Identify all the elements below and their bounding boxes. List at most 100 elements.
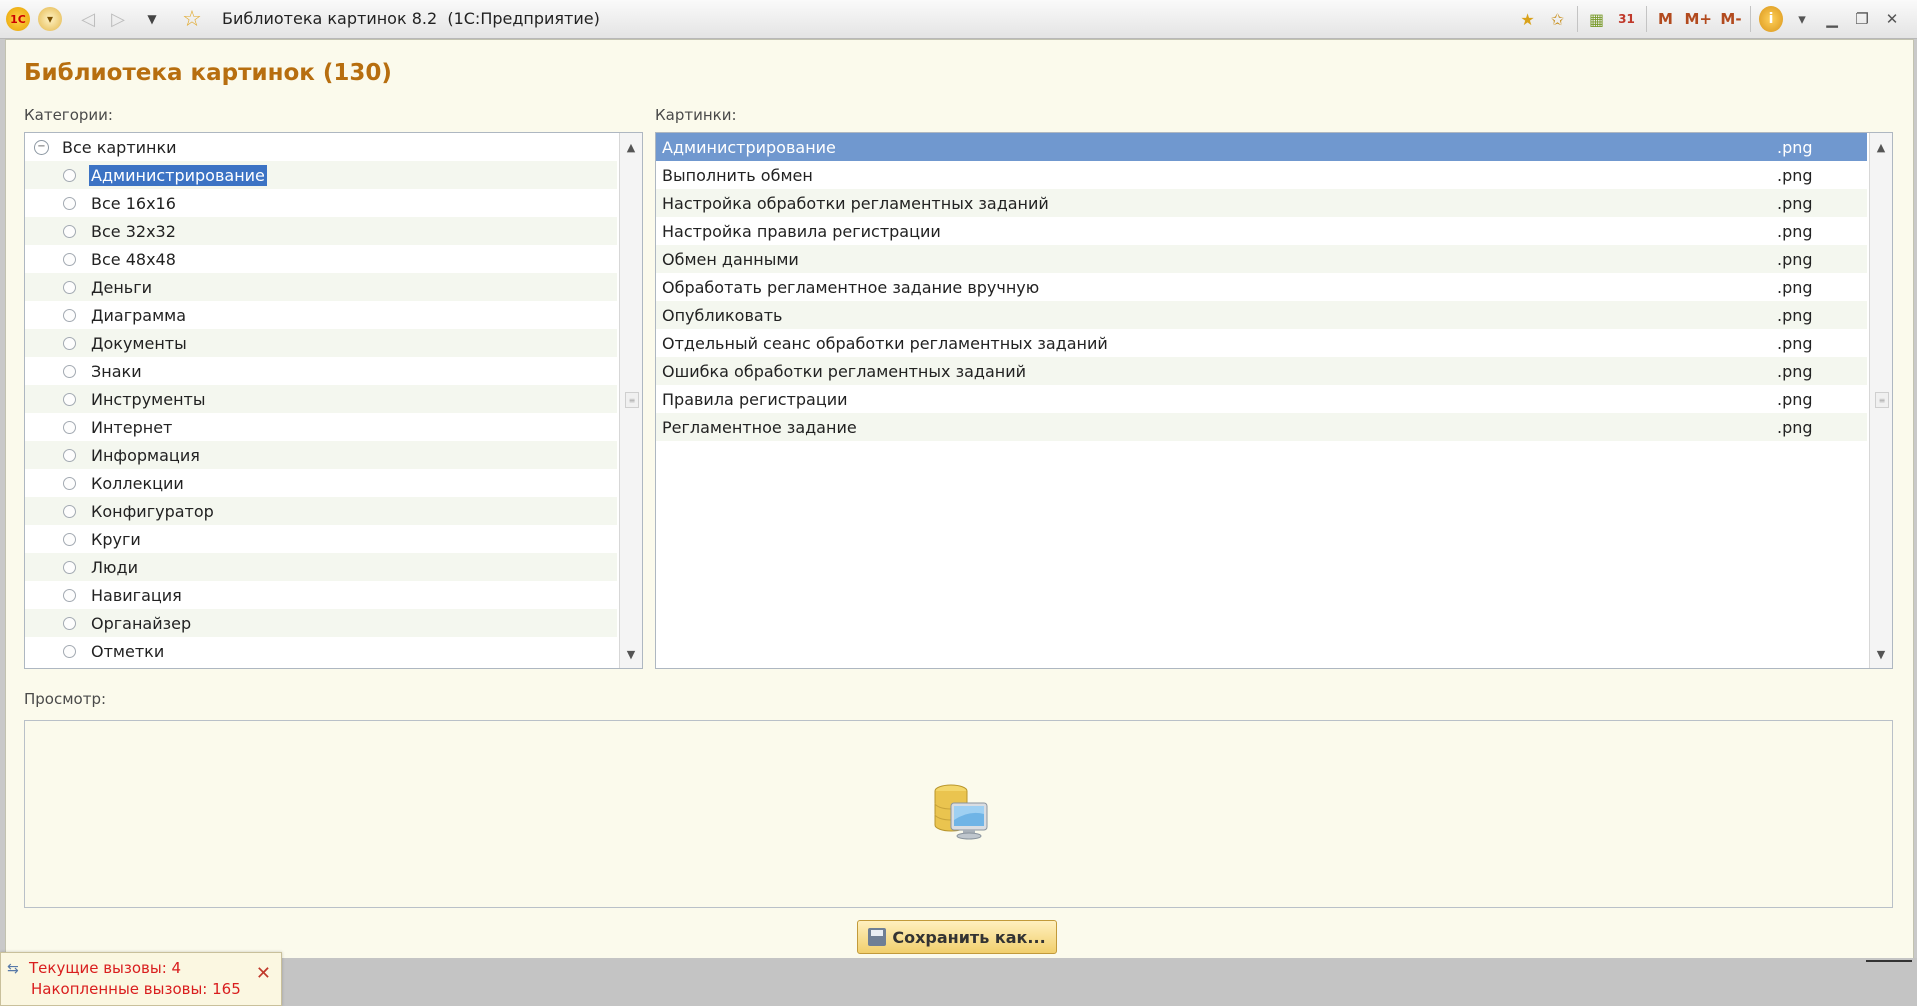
list-item[interactable]: Настройка обработки регламентных заданий…	[656, 189, 1867, 217]
memory-plus-button[interactable]: M+	[1685, 6, 1713, 32]
tree-item[interactable]: Диаграмма	[25, 301, 617, 329]
tree-leaf-icon	[63, 448, 76, 462]
tree-item-label: Органайзер	[91, 613, 192, 633]
tree-leaf-icon	[63, 644, 76, 658]
tree-item[interactable]: Конфигуратор	[25, 497, 617, 525]
accumulated-calls-text: Накопленные вызовы: 165	[31, 980, 241, 998]
tree-item[interactable]: Навигация	[25, 581, 617, 609]
list-item[interactable]: Обмен данными .png	[656, 245, 1867, 273]
categories-tree[interactable]: − Все картинки Администрирование Все 16x…	[24, 132, 643, 669]
tree-item[interactable]: Деньги	[25, 273, 617, 301]
tree-item-label: Информация	[91, 445, 200, 465]
picture-extension: .png	[1777, 305, 1813, 325]
tree-item[interactable]: Знаки	[25, 357, 617, 385]
info-icon[interactable]: i	[1759, 6, 1783, 32]
collapse-icon[interactable]: −	[34, 139, 49, 155]
calculator-icon[interactable]: ▦	[1586, 6, 1608, 32]
close-window-icon[interactable]: ✕	[1881, 6, 1903, 32]
picture-extension: .png	[1777, 333, 1813, 353]
app-logo-icon[interactable]: 1C	[6, 7, 30, 31]
list-item[interactable]: Настройка правила регистрации .png	[656, 217, 1867, 245]
tree-leaf-icon	[63, 280, 76, 294]
tree-root-label: Все картинки	[62, 137, 177, 157]
info-dropdown-icon[interactable]: ▾	[1791, 6, 1813, 32]
add-favorite-icon[interactable]: ★	[1517, 6, 1539, 32]
back-arrow-icon[interactable]: ◁	[76, 7, 100, 31]
picture-name: Администрирование	[662, 137, 836, 157]
tree-item[interactable]: Все 16x16	[25, 189, 617, 217]
tree-item[interactable]: Информация	[25, 441, 617, 469]
tree-item[interactable]: Отметки	[25, 637, 617, 665]
restore-icon[interactable]: ❐	[1851, 6, 1873, 32]
list-item[interactable]: Опубликовать .png	[656, 301, 1867, 329]
tree-item[interactable]: Все 32x32	[25, 217, 617, 245]
tree-item[interactable]: Администрирование	[25, 161, 617, 189]
tree-item[interactable]: Круги	[25, 525, 617, 553]
picture-extension: .png	[1777, 137, 1813, 157]
main-menu-icon[interactable]: ▾	[38, 7, 62, 31]
tree-leaf-icon	[63, 420, 76, 434]
tree-leaf-icon	[63, 476, 76, 490]
tree-item-label: Интернет	[91, 417, 173, 437]
scroll-down-icon[interactable]: ▼	[620, 642, 642, 666]
list-item[interactable]: Обработать регламентное задание вручную.…	[656, 273, 1867, 301]
favorites-star-icon[interactable]: ☆	[178, 7, 206, 32]
tree-item-label: Документы	[91, 333, 187, 353]
memory-minus-button[interactable]: M-	[1720, 6, 1742, 32]
page-title: Библиотека картинок (130)	[24, 60, 392, 86]
favorites-list-icon[interactable]: ✩	[1547, 6, 1569, 32]
save-as-button[interactable]: Сохранить как...	[857, 920, 1057, 954]
tree-item-label: Люди	[91, 557, 138, 577]
tree-item[interactable]: Документы	[25, 329, 617, 357]
toolbar-separator	[1576, 6, 1578, 32]
picture-name: Обмен данными	[662, 249, 799, 269]
picture-library-form: Библиотека картинок (130) Категории: Кар…	[5, 39, 1914, 960]
calendar-icon[interactable]: 31	[1616, 6, 1638, 32]
tree-item-label: Диаграмма	[91, 305, 187, 325]
list-item[interactable]: Ошибка обработки регламентных заданий .pn…	[656, 357, 1867, 385]
tree-item[interactable]: Органайзер	[25, 609, 617, 637]
tree-root-item[interactable]: − Все картинки	[25, 133, 617, 161]
scroll-thumb[interactable]: ≡	[1875, 392, 1889, 408]
categories-scrollbar[interactable]: ▲ ≡ ▼	[619, 133, 642, 668]
tree-leaf-icon	[63, 616, 76, 630]
list-item-selected[interactable]: Администрирование .png	[656, 133, 1867, 161]
tree-leaf-icon	[63, 560, 76, 574]
floppy-disk-icon	[868, 928, 887, 946]
tree-item-label: Все 32x32	[91, 221, 176, 241]
tree-leaf-icon	[63, 336, 76, 350]
forward-arrow-icon[interactable]: ▷	[106, 7, 130, 31]
list-item[interactable]: Выполнить обмен .png	[656, 161, 1867, 189]
tree-item[interactable]: Интернет	[25, 413, 617, 441]
picture-name: Настройка обработки регламентных заданий	[662, 193, 1049, 213]
close-icon[interactable]: ✕	[256, 963, 271, 984]
scroll-up-icon[interactable]: ▲	[1870, 135, 1892, 159]
tree-item[interactable]: Все 48x48	[25, 245, 617, 273]
scroll-up-icon[interactable]: ▲	[620, 135, 642, 159]
tree-item-label: Конфигуратор	[91, 501, 214, 521]
list-item[interactable]: Отдельный сеанс обработки регламентных з…	[656, 329, 1867, 357]
memory-button[interactable]: M	[1655, 6, 1677, 32]
tree-item-label: Знаки	[91, 361, 142, 381]
tree-item-label: Навигация	[91, 585, 182, 605]
tree-item[interactable]: Инструменты	[25, 385, 617, 413]
tree-item[interactable]: Люди	[25, 553, 617, 581]
minimize-icon[interactable]: ▁	[1821, 6, 1843, 32]
list-item[interactable]: Правила регистрации .png	[656, 385, 1867, 413]
scroll-thumb[interactable]: ≡	[625, 392, 639, 408]
current-calls-text: Текущие вызовы: 4	[29, 959, 182, 977]
list-item[interactable]: Регламентное задание .png	[656, 413, 1867, 441]
picture-extension: .png	[1777, 417, 1813, 437]
tree-item-label: Отметки	[91, 641, 165, 661]
tree-item-label: Инструменты	[91, 389, 206, 409]
tree-leaf-icon	[63, 252, 76, 266]
resize-handle[interactable]	[1866, 960, 1912, 962]
history-dropdown-icon[interactable]: ▼	[140, 7, 164, 31]
pictures-scrollbar[interactable]: ▲ ≡ ▼	[1869, 133, 1892, 668]
tree-item[interactable]: Коллекции	[25, 469, 617, 497]
picture-extension: .png	[1777, 277, 1813, 297]
pictures-label: Картинки:	[655, 106, 737, 124]
scroll-down-icon[interactable]: ▼	[1870, 642, 1892, 666]
tree-leaf-icon	[63, 532, 76, 546]
pictures-list[interactable]: Администрирование .png Выполнить обмен .pn…	[655, 132, 1893, 669]
